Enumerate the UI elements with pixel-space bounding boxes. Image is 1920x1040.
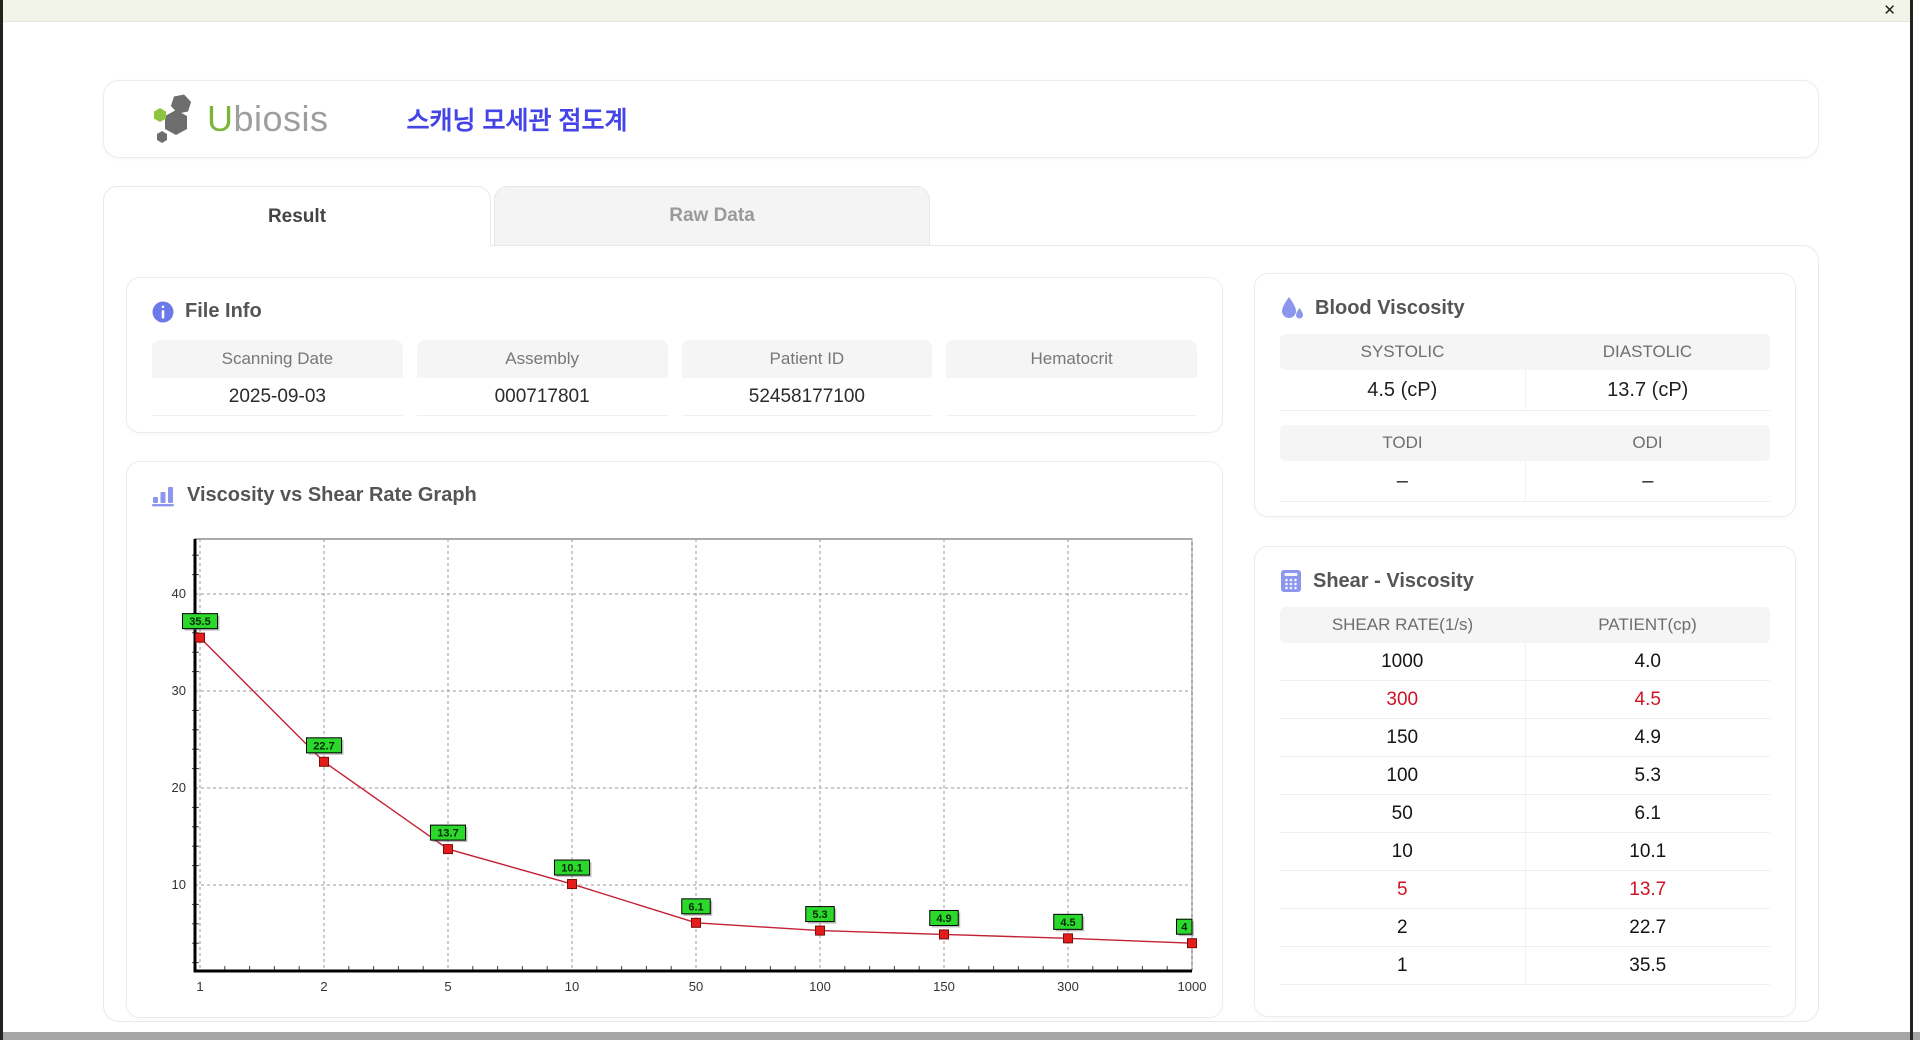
svg-text:35.5: 35.5 bbox=[189, 616, 210, 628]
svg-text:20: 20 bbox=[172, 780, 186, 795]
svg-text:50: 50 bbox=[689, 979, 703, 994]
shear-table-header: SHEAR RATE(1/s) PATIENT(cp) bbox=[1280, 607, 1770, 643]
table-row: 1 35.5 bbox=[1280, 947, 1770, 985]
todi-value: – bbox=[1396, 469, 1408, 492]
tab-bar: Result Raw Data bbox=[103, 186, 930, 246]
graph-title: Viscosity vs Shear Rate Graph bbox=[127, 462, 1222, 507]
blood-viscosity-title: Blood Viscosity bbox=[1255, 274, 1795, 320]
table-row: 50 6.1 bbox=[1280, 795, 1770, 833]
bar-chart-icon bbox=[152, 485, 176, 507]
odi-value: – bbox=[1524, 461, 1771, 501]
window-titlebar: ✕ bbox=[3, 0, 1910, 22]
svg-text:5: 5 bbox=[444, 979, 451, 994]
shear-rate-column-header: SHEAR RATE(1/s) bbox=[1331, 615, 1474, 634]
diastolic-value: 13.7 (cP) bbox=[1524, 370, 1771, 410]
shear-table: SHEAR RATE(1/s) PATIENT(cp) 1000 4.0 300 4… bbox=[1280, 607, 1770, 985]
shear-viscosity-title: Shear - Viscosity bbox=[1255, 547, 1795, 593]
field-assembly: Assembly 000717801 bbox=[416, 340, 668, 416]
ubiosis-logo: Ubiosis bbox=[151, 92, 329, 146]
window-frame-bottom bbox=[0, 1032, 1920, 1040]
shear-viscosity-card: Shear - Viscosity SHEAR RATE(1/s) PATIEN… bbox=[1254, 546, 1796, 1017]
info-icon bbox=[152, 301, 174, 323]
patient-column-header: PATIENT(cp) bbox=[1598, 615, 1697, 634]
calculator-icon bbox=[1280, 569, 1302, 593]
table-row: 2 22.7 bbox=[1280, 909, 1770, 947]
svg-text:4: 4 bbox=[1181, 922, 1188, 934]
svg-text:40: 40 bbox=[172, 586, 186, 601]
svg-text:4.5: 4.5 bbox=[1060, 917, 1075, 929]
svg-text:4.9: 4.9 bbox=[936, 913, 951, 925]
svg-text:13.7: 13.7 bbox=[437, 828, 458, 840]
viscosity-graph-card: Viscosity vs Shear Rate Graph 10 20 30 40 1 2… bbox=[126, 461, 1223, 1018]
close-icon[interactable]: ✕ bbox=[1883, 1, 1896, 21]
svg-text:22.7: 22.7 bbox=[313, 740, 334, 752]
droplets-icon bbox=[1280, 296, 1304, 320]
svg-text:2: 2 bbox=[320, 979, 327, 994]
result-panel: File Info Scanning Date 2025-09-03 Assem… bbox=[103, 245, 1819, 1022]
blood-viscosity-card: Blood Viscosity SYSTOLIC DIASTOLIC 4.5 (… bbox=[1254, 273, 1796, 517]
viscosity-chart: 10 20 30 40 1 2 5 10 50 100 150 300 1000 35.5 22.7 13.7… bbox=[127, 462, 1222, 1017]
table-row: 150 4.9 bbox=[1280, 719, 1770, 757]
file-info-card: File Info Scanning Date 2025-09-03 Assem… bbox=[126, 277, 1223, 433]
todi-odi-table: TODI ODI – – bbox=[1280, 425, 1770, 502]
tab-result[interactable]: Result bbox=[103, 186, 491, 246]
svg-text:10: 10 bbox=[565, 979, 579, 994]
svg-text:5.3: 5.3 bbox=[812, 909, 827, 921]
diastolic-header: DIASTOLIC bbox=[1602, 342, 1693, 361]
file-info-fields: Scanning Date 2025-09-03 Assembly 000717… bbox=[127, 340, 1222, 416]
window-frame-left bbox=[0, 0, 3, 1040]
field-scanning-date: Scanning Date 2025-09-03 bbox=[152, 340, 403, 416]
field-patient-id: Patient ID 52458177100 bbox=[681, 340, 933, 416]
window-frame-right bbox=[1910, 0, 1913, 1040]
svg-text:10: 10 bbox=[172, 877, 186, 892]
svg-text:1: 1 bbox=[196, 979, 203, 994]
app-header: Ubiosis 스캐닝 모세관 점도계 bbox=[103, 80, 1819, 158]
odi-header: ODI bbox=[1632, 433, 1663, 452]
svg-text:6.1: 6.1 bbox=[688, 901, 703, 913]
hexagon-cluster-icon bbox=[151, 92, 203, 146]
table-row: 300 4.5 bbox=[1280, 681, 1770, 719]
field-hematocrit: Hematocrit bbox=[946, 340, 1197, 416]
todi-header: TODI bbox=[1382, 433, 1423, 452]
app-window: ✕ Ubiosis 스캐닝 모세관 점도계 Result Raw Data Fi… bbox=[0, 0, 1920, 1040]
svg-text:30: 30 bbox=[172, 683, 186, 698]
systolic-header: SYSTOLIC bbox=[1360, 342, 1445, 361]
svg-text:100: 100 bbox=[809, 979, 831, 994]
systolic-value: 4.5 (cP) bbox=[1367, 378, 1438, 401]
file-info-title: File Info bbox=[127, 278, 1222, 323]
systolic-diastolic-table: SYSTOLIC DIASTOLIC 4.5 (cP) 13.7 (cP) bbox=[1280, 334, 1770, 411]
svg-text:10.1: 10.1 bbox=[561, 863, 582, 875]
svg-text:150: 150 bbox=[933, 979, 955, 994]
table-row: 5 13.7 bbox=[1280, 871, 1770, 909]
logo-text: Ubiosis bbox=[207, 98, 329, 139]
tab-raw-data[interactable]: Raw Data bbox=[494, 186, 930, 246]
svg-text:1000: 1000 bbox=[1178, 979, 1207, 994]
table-row: 1000 4.0 bbox=[1280, 643, 1770, 681]
table-row: 100 5.3 bbox=[1280, 757, 1770, 795]
svg-text:300: 300 bbox=[1057, 979, 1079, 994]
table-row: 10 10.1 bbox=[1280, 833, 1770, 871]
page-title: 스캐닝 모세관 점도계 bbox=[406, 107, 628, 135]
